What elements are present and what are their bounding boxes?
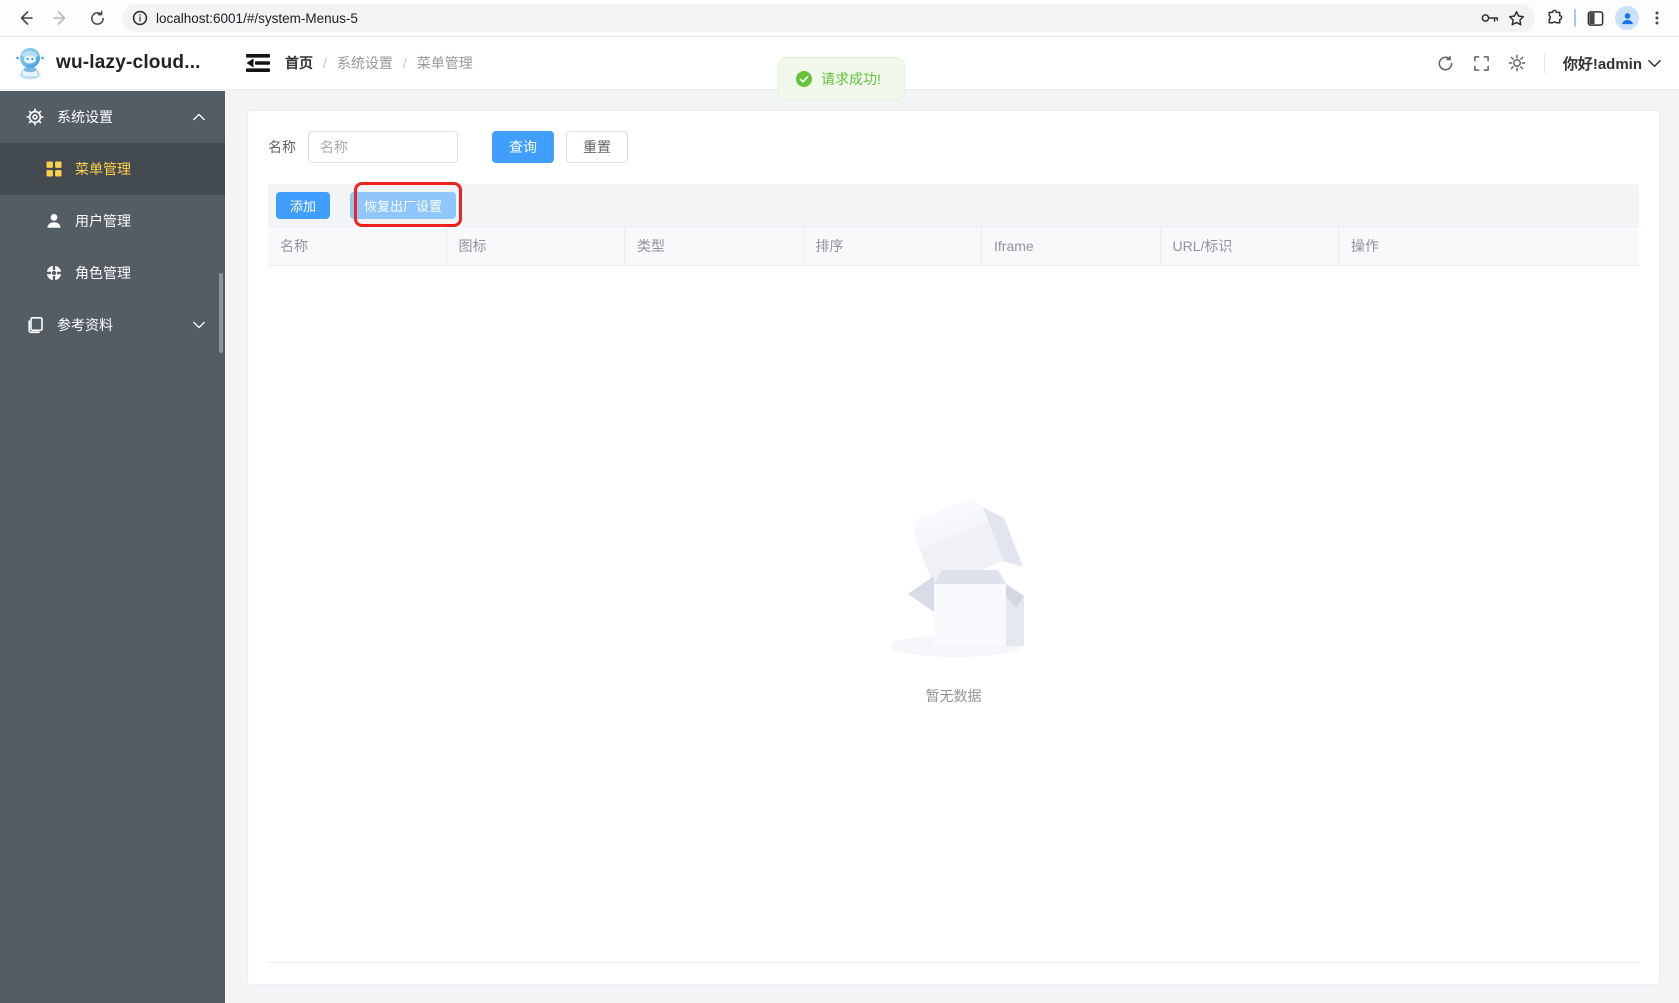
success-check-icon	[796, 70, 812, 87]
browser-menu-icon[interactable]	[1649, 10, 1665, 26]
main-content: 名称 查询 重置 添加 恢复出厂设置 名称 图标 类型 排序 Iframe UR…	[225, 91, 1679, 1003]
sidebar-item-label: 菜单管理	[75, 161, 131, 177]
sidebar-item-label: 系统设置	[57, 109, 113, 125]
brand: wu-lazy-cloud...	[0, 45, 225, 81]
column-header-sort: 排序	[804, 227, 982, 265]
bookmark-star-icon[interactable]	[1508, 10, 1525, 27]
side-panel-icon[interactable]	[1586, 9, 1605, 28]
user-icon	[47, 214, 61, 228]
profile-avatar[interactable]	[1615, 6, 1639, 30]
column-header-name: 名称	[268, 227, 447, 265]
menu-fold-icon	[246, 54, 270, 72]
chevron-up-icon	[193, 113, 205, 121]
browser-reload-button[interactable]	[82, 3, 112, 33]
table-header-row: 名称 图标 类型 排序 Iframe URL/标识 操作	[268, 226, 1639, 266]
app-title: wu-lazy-cloud...	[56, 52, 201, 73]
grid-icon	[46, 161, 62, 177]
success-toast: 请求成功!	[778, 57, 905, 100]
extensions-icon[interactable]	[1545, 9, 1564, 28]
sidebar-item-label: 角色管理	[75, 265, 131, 281]
empty-box-illustration	[889, 498, 1024, 657]
site-info-icon[interactable]	[132, 10, 148, 26]
breadcrumb: 首页 / 系统设置 / 菜单管理	[285, 53, 473, 73]
user-menu[interactable]: 你好!admin	[1563, 53, 1661, 74]
empty-state-text: 暂无数据	[925, 688, 982, 704]
toolbar-divider	[1574, 9, 1576, 27]
column-header-iframe: Iframe	[982, 227, 1161, 265]
reload-icon	[90, 10, 104, 25]
header-divider	[1543, 53, 1545, 73]
chevron-down-icon	[193, 321, 205, 329]
theme-sun-icon[interactable]	[1508, 54, 1526, 72]
person-icon	[1621, 12, 1633, 24]
browser-toolbar: localhost:6001/#/system-Menus-5	[0, 0, 1679, 37]
column-header-url: URL/标识	[1161, 227, 1339, 265]
breadcrumb-home[interactable]: 首页	[285, 53, 313, 73]
column-header-type: 类型	[625, 227, 804, 265]
breadcrumb-separator: /	[323, 55, 327, 71]
add-button[interactable]: 添加	[276, 191, 331, 219]
password-key-icon[interactable]	[1480, 11, 1500, 25]
breadcrumb-menu-management[interactable]: 菜单管理	[417, 53, 473, 73]
table-toolbar: 添加 恢复出厂设置	[268, 182, 1639, 227]
sidebar-item-label: 用户管理	[75, 213, 131, 229]
name-filter-label: 名称	[268, 139, 296, 155]
app-logo-icon	[16, 48, 44, 80]
document-icon	[28, 316, 43, 334]
sidebar-item-menu-management[interactable]: 菜单管理	[0, 143, 225, 195]
greeting-text: 你好!admin	[1562, 55, 1642, 73]
sidebar-scrollbar-thumb[interactable]	[219, 273, 223, 353]
sidebar: 系统设置 菜单管理 用户管理 角色管理 参考资料	[0, 91, 225, 1003]
sidebar-item-role-management[interactable]: 角色管理	[0, 247, 225, 299]
sidebar-collapse-button[interactable]	[245, 52, 271, 74]
header-actions: 你好!admin	[1436, 53, 1679, 74]
breadcrumb-system-settings[interactable]: 系统设置	[337, 53, 393, 73]
url-text[interactable]: localhost:6001/#/system-Menus-5	[156, 11, 1472, 26]
fullscreen-icon[interactable]	[1473, 55, 1490, 72]
column-header-actions: 操作	[1351, 238, 1379, 254]
sidebar-item-reference-materials[interactable]: 参考资料	[0, 299, 225, 351]
browser-forward-button[interactable]	[46, 3, 76, 33]
filter-bar: 名称 查询 重置	[268, 131, 1639, 163]
toast-message: 请求成功!	[821, 70, 881, 87]
sidebar-item-label: 参考资料	[57, 317, 113, 333]
content-card: 名称 查询 重置 添加 恢复出厂设置 名称 图标 类型 排序 Iframe UR…	[247, 110, 1660, 985]
chevron-down-icon	[1648, 59, 1661, 67]
name-filter-input[interactable]	[308, 131, 458, 163]
reset-button[interactable]: 重置	[566, 131, 628, 163]
browser-back-button[interactable]	[10, 3, 40, 33]
address-bar[interactable]: localhost:6001/#/system-Menus-5	[122, 4, 1535, 32]
sidebar-item-user-management[interactable]: 用户管理	[0, 195, 225, 247]
empty-state: 暂无数据	[268, 496, 1639, 706]
forward-arrow-icon	[53, 11, 66, 25]
gear-icon	[26, 108, 44, 126]
factory-reset-button[interactable]: 恢复出厂设置	[350, 191, 457, 219]
search-button[interactable]: 查询	[492, 131, 554, 163]
browser-actions	[1545, 6, 1669, 30]
sidebar-item-system-settings[interactable]: 系统设置	[0, 91, 225, 143]
back-arrow-icon	[20, 11, 33, 25]
column-header-icon: 图标	[447, 227, 625, 265]
refresh-icon[interactable]	[1436, 54, 1455, 73]
role-icon	[46, 265, 62, 281]
table-body: 暂无数据	[268, 266, 1639, 963]
breadcrumb-separator: /	[402, 55, 407, 71]
